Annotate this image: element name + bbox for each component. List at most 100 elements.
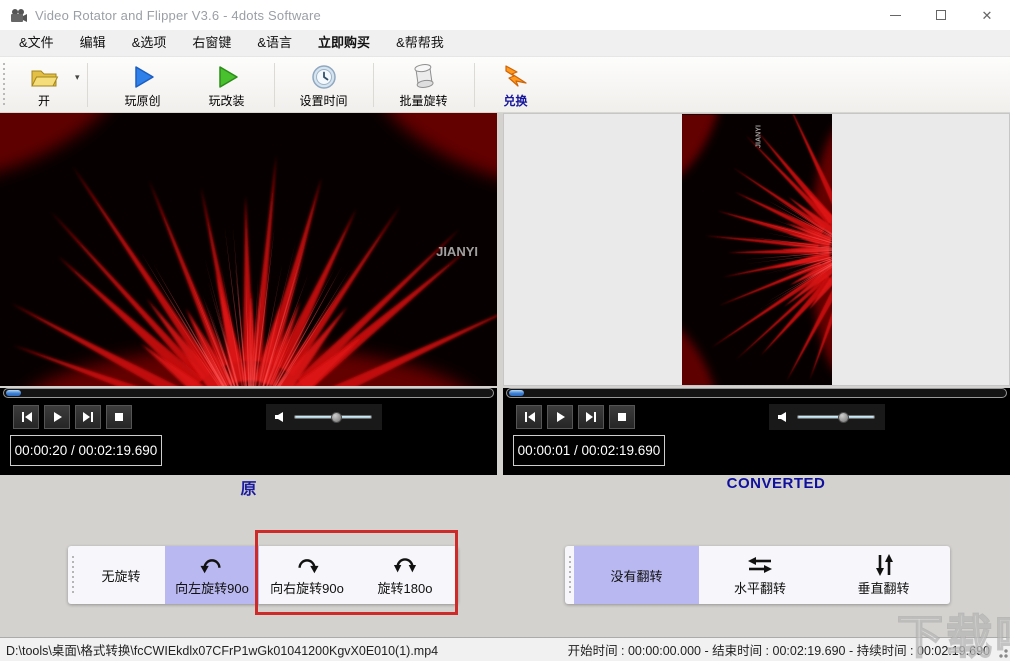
play-converted-icon: [214, 60, 240, 90]
menu-options[interactable]: &选项: [119, 30, 180, 56]
skip-start-icon: [21, 412, 32, 422]
source-skip-end-button[interactable]: [75, 405, 101, 429]
source-volume-slider[interactable]: [294, 412, 372, 423]
play-icon: [557, 412, 565, 422]
stop-icon: [618, 413, 626, 421]
flip-vertical-icon: [869, 553, 899, 577]
set-time-button[interactable]: 设置时间: [280, 59, 368, 111]
source-skip-start-button[interactable]: [13, 405, 39, 429]
convert-icon: [502, 60, 530, 90]
converted-skip-start-button[interactable]: [516, 405, 542, 429]
open-file-button[interactable]: 开: [15, 59, 73, 111]
source-caption: 原: [240, 481, 257, 498]
converted-skip-end-button[interactable]: [578, 405, 604, 429]
set-time-icon: [311, 60, 337, 90]
source-seek-thumb[interactable]: [6, 390, 21, 396]
video-watermark: JIANYI: [436, 244, 478, 259]
converted-seek-bar[interactable]: [506, 388, 1007, 398]
open-folder-icon: [29, 60, 59, 90]
flip-vertical-button[interactable]: 垂直翻转: [821, 546, 946, 604]
converted-video-frame: JIANYI: [503, 113, 1010, 386]
skip-start-icon: [524, 412, 535, 422]
converted-volume-slider[interactable]: [797, 412, 875, 423]
toolbar-separator: [473, 62, 475, 107]
rotate-right-90-button[interactable]: 向右旋转90o: [259, 546, 355, 604]
window-title: Video Rotator and Flipper V3.6 - 4dots S…: [35, 7, 321, 23]
converted-stop-button[interactable]: [609, 405, 635, 429]
converted-seek-thumb[interactable]: [509, 390, 524, 396]
close-icon: ✕: [981, 7, 993, 23]
flip-horizontal-button[interactable]: 水平翻转: [699, 546, 821, 604]
rotation-toolbar: 无旋转 向左旋转90o 向右旋转90o 旋转180o: [68, 546, 458, 604]
menu-buy-now[interactable]: 立即购买: [305, 30, 383, 56]
source-player: JIANYI 00:00:20 / 00:02:19.690: [0, 113, 497, 475]
menu-bar: &文件 编辑 &选项 右窗键 &语言 立即购买 &帮帮我: [0, 30, 1010, 57]
menu-file[interactable]: &文件: [6, 30, 67, 56]
source-controls: 00:00:20 / 00:02:19.690: [0, 388, 497, 475]
open-dropdown-arrow[interactable]: ▾: [75, 72, 80, 83]
batch-rotate-icon: [411, 60, 437, 90]
play-converted-button[interactable]: 玩改装: [185, 59, 269, 111]
play-icon: [54, 412, 62, 422]
converted-volume-control[interactable]: [769, 404, 885, 430]
rotate-180-button[interactable]: 旋转180o: [355, 546, 455, 604]
rotate-right-icon: [290, 553, 324, 577]
menu-right-click[interactable]: 右窗键: [179, 30, 244, 56]
rotate-left-90-button[interactable]: 向左旋转90o: [165, 546, 259, 604]
converted-controls: 00:00:01 / 00:02:19.690: [503, 388, 1010, 475]
play-original-icon: [130, 60, 156, 90]
toolbar-grip: [3, 62, 7, 107]
source-video-art: JIANYI: [0, 113, 497, 386]
source-play-button[interactable]: [44, 405, 70, 429]
converted-play-button[interactable]: [547, 405, 573, 429]
status-bar: D:\tools\桌面\格式转换\fcCWIEkdlx07CFrP1wGk010…: [0, 637, 1010, 661]
maximize-button[interactable]: [918, 0, 964, 30]
stop-icon: [115, 413, 123, 421]
close-button[interactable]: ✕: [964, 0, 1010, 30]
flip-none-button[interactable]: 没有翻转: [574, 546, 699, 604]
rotation-toolbar-grip: [72, 556, 75, 594]
flip-toolbar-grip: [569, 556, 572, 594]
rotate-left-icon: [195, 553, 229, 577]
resize-grip[interactable]: [996, 646, 1008, 658]
speaker-icon: [778, 412, 786, 422]
source-stop-button[interactable]: [106, 405, 132, 429]
menu-help[interactable]: &帮帮我: [383, 30, 457, 56]
video-stage: JIANYI 00:00:20 / 00:02:19.690 JIANYI 00…: [0, 113, 1010, 475]
source-seek-bar[interactable]: [3, 388, 494, 398]
speaker-icon: [275, 412, 283, 422]
convert-button[interactable]: 兑换: [480, 59, 552, 111]
batch-rotate-button[interactable]: 批量旋转: [379, 59, 469, 111]
source-time-display: 00:00:20 / 00:02:19.690: [10, 435, 162, 466]
source-video-frame: JIANYI: [0, 113, 497, 386]
status-time-info: 开始时间 : 00:00:00.000 - 结束时间 : 00:02:19.69…: [567, 644, 990, 658]
flip-horizontal-icon: [743, 553, 777, 577]
converted-video-art: JIANYI: [681, 114, 832, 385]
play-original-button[interactable]: 玩原创: [101, 59, 185, 111]
converted-caption: CONVERTED: [726, 475, 826, 492]
title-bar: Video Rotator and Flipper V3.6 - 4dots S…: [0, 0, 1010, 30]
toolbar-separator: [372, 62, 374, 107]
menu-language[interactable]: &语言: [244, 30, 305, 56]
rotate-none-button[interactable]: 无旋转: [77, 546, 165, 604]
toolbar-separator: [86, 62, 88, 107]
minimize-button[interactable]: [872, 0, 918, 30]
skip-end-icon: [82, 412, 93, 422]
video-watermark: JIANYI: [754, 124, 762, 147]
skip-end-icon: [585, 412, 596, 422]
toolbar-separator: [273, 62, 275, 107]
status-file-path: D:\tools\桌面\格式转换\fcCWIEkdlx07CFrP1wGk010…: [6, 644, 439, 658]
converted-video-strip: JIANYI: [681, 114, 832, 385]
toolbar: 开 ▾ 玩原创 玩改装 设置时间 批量旋转 兑换: [0, 57, 1010, 113]
app-icon: [11, 8, 27, 22]
rotate-180-icon: [388, 553, 422, 577]
maximize-icon: [936, 10, 946, 20]
source-volume-control[interactable]: [266, 404, 382, 430]
menu-edit[interactable]: 编辑: [67, 30, 119, 56]
converted-player: JIANYI 00:00:01 / 00:02:19.690: [503, 113, 1010, 475]
minimize-icon: [889, 14, 901, 16]
options-area: 无旋转 向左旋转90o 向右旋转90o 旋转180o 没有翻转 水平翻转 垂直翻…: [0, 497, 1010, 637]
converted-volume-thumb[interactable]: [838, 412, 849, 423]
caption-row: 原 CONVERTED: [0, 473, 1010, 498]
source-volume-thumb[interactable]: [331, 412, 342, 423]
